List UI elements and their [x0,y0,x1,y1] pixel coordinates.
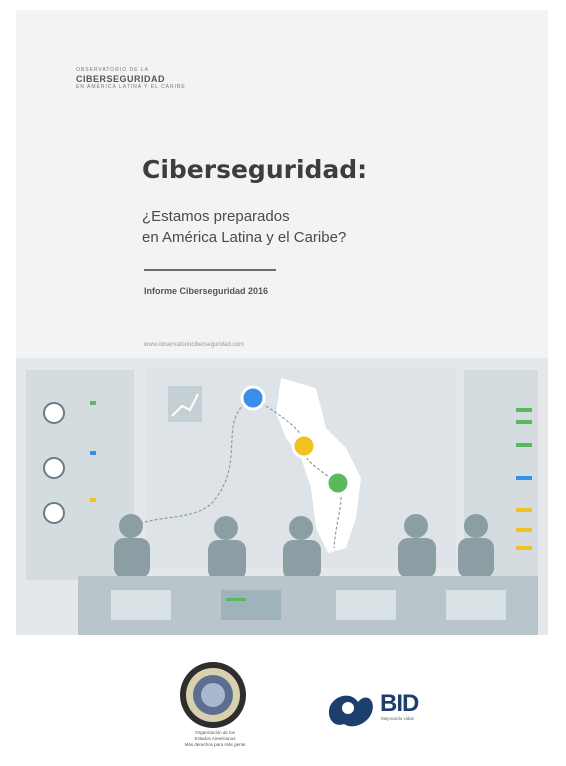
desk-screen [221,590,281,620]
cover-illustration [16,358,548,635]
website-url: www.observatoriociberseguridad.com [144,342,244,348]
indicator [516,443,532,447]
bid-logo-icon [328,695,373,727]
indicator [516,476,532,480]
desk-screen [336,590,396,620]
desk-screen [111,590,171,620]
series-label-top: OBSERVATORIO DE LA [76,67,149,73]
cover: OBSERVATORIO DE LA CIBERSEGURIDAD EN AMÉ… [16,10,548,635]
gauge-icon [43,502,65,524]
indicator [516,546,532,550]
series-label-main: CIBERSEGURIDAD [76,74,166,84]
location-pin-yellow [291,433,317,459]
subtitle-line-1: ¿Estamos preparados [142,208,290,225]
indicator [90,451,96,455]
gauge-icon [43,457,65,479]
indicator [516,408,532,412]
bid-name: BID [380,690,419,717]
oea-line-3: Más derechos para más gente [184,742,246,747]
indicator [90,401,96,405]
desk-screen [446,590,506,620]
location-pin-blue [240,385,266,411]
indicator [516,528,532,532]
location-pin-green [325,470,351,496]
subtitle-line-2: en América Latina y el Caribe? [142,229,347,246]
report-cover-page: OBSERVATORIO DE LA CIBERSEGURIDAD EN AMÉ… [0,0,566,766]
report-title: Ciberseguridad: [142,155,368,184]
indicator [90,498,96,502]
series-label-bottom: EN AMÉRICA LATINA Y EL CARIBE [76,84,186,90]
title-divider [144,269,276,271]
oea-name: Organización de los Estados Americanos M… [170,730,260,748]
chart-icon [168,386,202,422]
indicator [516,508,532,512]
gauge-icon [43,402,65,424]
indicator [226,598,246,601]
report-subtitle: ¿Estamos preparados en América Latina y … [142,206,442,248]
oea-seal-logo [180,662,246,728]
indicator [516,420,532,424]
series-logo: OBSERVATORIO DE LA CIBERSEGURIDAD EN AMÉ… [76,67,186,91]
report-name: Informe Ciberseguridad 2016 [144,286,269,296]
bid-tagline: Mejorando vidas [381,716,415,721]
